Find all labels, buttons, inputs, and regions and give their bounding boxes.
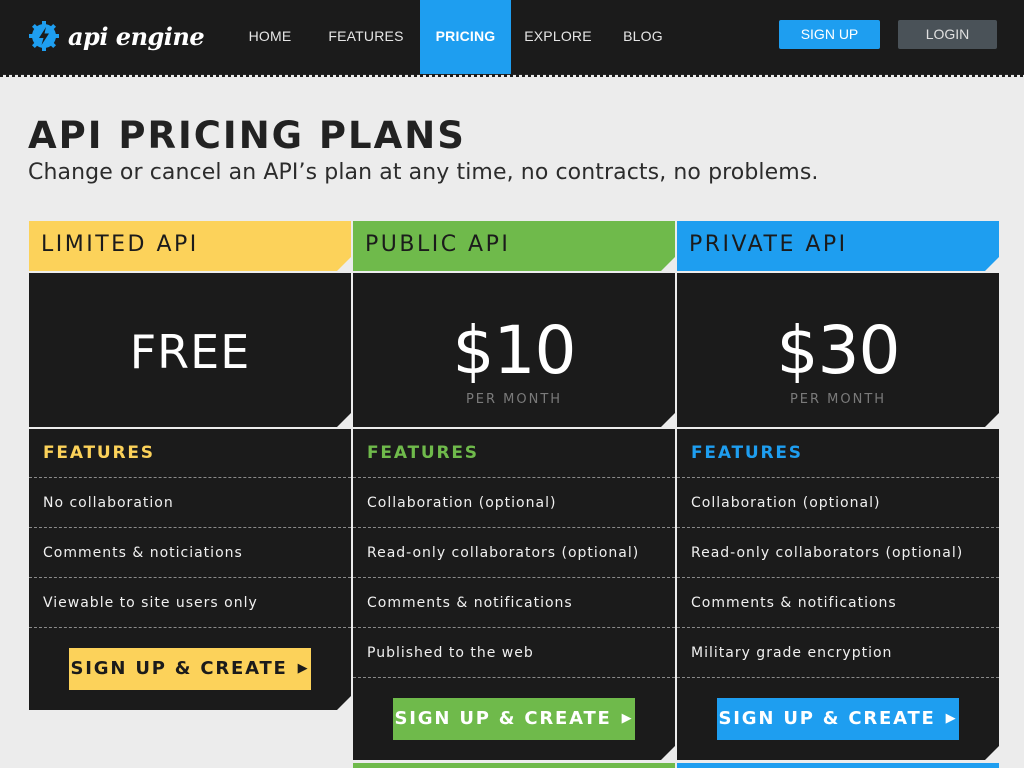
price-period: PER MONTH [789, 392, 887, 407]
features-list: FEATURES Collaboration (optional) Read-o… [677, 429, 999, 760]
feature-item: Collaboration (optional) [353, 478, 675, 528]
cta-area: SIGN UP & CREATE ▶ [29, 628, 351, 710]
play-arrow-icon: ▶ [621, 711, 634, 726]
cta-label: SIGN UP & CREATE [394, 708, 612, 729]
price-box: $30 PER MONTH [677, 273, 999, 427]
cta-label: SIGN UP & CREATE [718, 708, 936, 729]
plan-name: PRIVATE API [677, 221, 999, 271]
nav-features[interactable]: FEATURES [318, 0, 414, 74]
signup-create-button[interactable]: SIGN UP & CREATE ▶ [717, 698, 959, 740]
feature-item: Comments & noticiations [29, 528, 351, 578]
features-list: FEATURES No collaboration Comments & not… [29, 429, 351, 710]
features-heading: FEATURES [677, 429, 999, 478]
signup-create-button[interactable]: SIGN UP & CREATE ▶ [69, 648, 311, 690]
nav-pricing[interactable]: PRICING [420, 0, 511, 74]
price-box: FREE [29, 273, 351, 427]
feature-item: Military grade encryption [677, 628, 999, 678]
plan-name: LIMITED API [29, 221, 351, 271]
features-heading: FEATURES [353, 429, 675, 478]
feature-item: Read-only collaborators (optional) [353, 528, 675, 578]
feature-item: Published to the web [353, 628, 675, 678]
plan-price: FREE [129, 325, 251, 379]
next-section-strip [677, 763, 999, 768]
price-period: PER MONTH [465, 392, 563, 407]
play-arrow-icon: ▶ [297, 661, 310, 676]
cta-area: SIGN UP & CREATE ▶ [677, 678, 999, 760]
feature-item: No collaboration [29, 478, 351, 528]
feature-item: Comments & notifications [677, 578, 999, 628]
plan-card-private: PRIVATE API $30 PER MONTH FEATURES Colla… [677, 221, 999, 760]
nav-blog[interactable]: BLOG [612, 0, 674, 74]
page-title: API PRICING PLANS [28, 114, 466, 157]
logo-text: api engine [68, 21, 205, 51]
signup-create-button[interactable]: SIGN UP & CREATE ▶ [393, 698, 635, 740]
gear-bolt-logo-icon [29, 21, 59, 51]
plan-name: PUBLIC API [353, 221, 675, 271]
plan-price: $10 [452, 312, 577, 389]
feature-item: Viewable to site users only [29, 578, 351, 628]
cta-area: SIGN UP & CREATE ▶ [353, 678, 675, 760]
plan-price: $30 [776, 312, 901, 389]
feature-item: Read-only collaborators (optional) [677, 528, 999, 578]
cta-label: SIGN UP & CREATE [70, 658, 288, 679]
features-list: FEATURES Collaboration (optional) Read-o… [353, 429, 675, 760]
plan-card-public: PUBLIC API $10 PER MONTH FEATURES Collab… [353, 221, 675, 760]
play-arrow-icon: ▶ [945, 711, 958, 726]
features-heading: FEATURES [29, 429, 351, 478]
signup-button[interactable]: SIGN UP [779, 20, 880, 49]
nav-explore[interactable]: EXPLORE [515, 0, 601, 74]
nav-home[interactable]: HOME [232, 0, 308, 74]
price-box: $10 PER MONTH [353, 273, 675, 427]
logo[interactable]: api engine [28, 19, 205, 53]
feature-item: Comments & notifications [353, 578, 675, 628]
feature-item: Collaboration (optional) [677, 478, 999, 528]
top-navbar: api engine HOME FEATURES PRICING EXPLORE… [0, 0, 1024, 77]
next-section-strip [353, 763, 675, 768]
login-button[interactable]: LOGIN [898, 20, 997, 49]
page-subtitle: Change or cancel an API’s plan at any ti… [28, 160, 819, 185]
plan-card-limited: LIMITED API FREE FEATURES No collaborati… [29, 221, 351, 710]
